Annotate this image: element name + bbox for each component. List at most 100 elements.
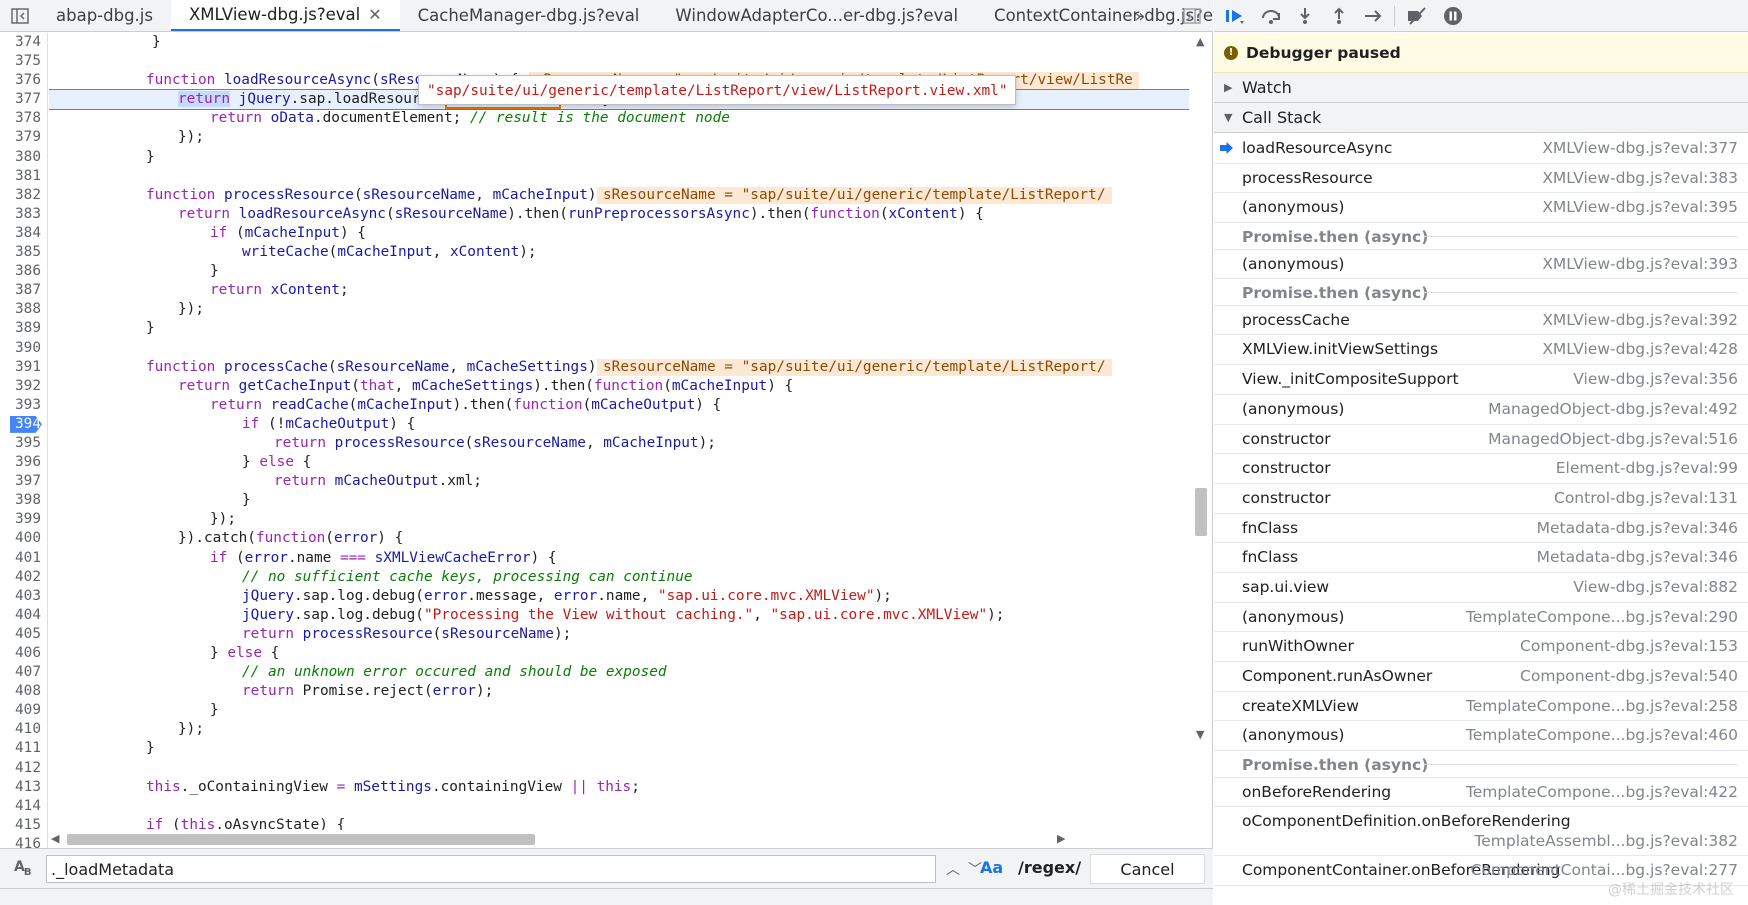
code-lines[interactable]: } function loadResourceAsync(sResourceNa… — [49, 33, 1189, 848]
previous-match-icon[interactable]: ︿ — [946, 859, 960, 879]
watch-section-header[interactable]: ▶ Watch — [1214, 73, 1748, 103]
close-tab-icon[interactable]: ✕ — [368, 0, 381, 30]
call-frame[interactable]: sap.ui.view View-dbg.js?eval:882 — [1214, 573, 1748, 603]
scroll-down-icon[interactable]: ▼ — [1196, 728, 1204, 741]
editor-tab[interactable]: CacheManager-dbg.js?eval — [400, 0, 658, 31]
frame-location[interactable]: Metadata-dbg.js?eval:346 — [1537, 519, 1738, 537]
step-into-icon[interactable] — [1292, 3, 1318, 29]
frame-location[interactable]: XMLView-dbg.js?eval:383 — [1542, 169, 1738, 187]
line-number[interactable]: 386 — [0, 262, 47, 281]
call-frame[interactable]: (anonymous) XMLView-dbg.js?eval:393 — [1214, 250, 1748, 280]
call-stack-section-header[interactable]: ▼ Call Stack — [1214, 103, 1748, 133]
frame-location[interactable]: ComponentContai...bg.js?eval:277 — [1471, 861, 1738, 879]
sidebar-toggle-icon[interactable] — [8, 4, 32, 28]
frame-location[interactable]: XMLView-dbg.js?eval:393 — [1542, 255, 1738, 273]
replace-toggle-icon[interactable]: AB — [14, 859, 31, 878]
line-number[interactable]: 400 — [0, 529, 47, 548]
line-number[interactable]: 397 — [0, 472, 47, 491]
call-frame[interactable]: (anonymous) TemplateCompone...bg.js?eval:… — [1214, 721, 1748, 752]
frame-location[interactable]: Element-dbg.js?eval:99 — [1556, 459, 1738, 477]
line-number[interactable]: 388 — [0, 300, 47, 319]
call-frame[interactable]: (anonymous) TemplateCompone...bg.js?eval:… — [1214, 603, 1748, 633]
call-frame[interactable]: loadResourceAsync XMLView-dbg.js?eval:377 — [1214, 134, 1748, 164]
line-number[interactable]: 411 — [0, 739, 47, 758]
editor-tab[interactable]: WindowAdapterCo...er-dbg.js?eval — [657, 0, 976, 31]
scrollbar-thumb[interactable] — [67, 834, 535, 845]
line-number[interactable]: 392 — [0, 377, 47, 396]
line-number[interactable]: 381 — [0, 167, 47, 186]
line-number[interactable]: 413 — [0, 778, 47, 797]
call-frame[interactable]: View._initCompositeSupport View-dbg.js?ev… — [1214, 365, 1748, 395]
call-frame[interactable]: constructor Element-dbg.js?eval:99 — [1214, 454, 1748, 484]
step-icon[interactable] — [1360, 3, 1386, 29]
call-frame[interactable]: oComponentDefinition.onBeforeRendering Te… — [1214, 807, 1748, 857]
call-frame[interactable]: processResource XMLView-dbg.js?eval:383 — [1214, 164, 1748, 194]
frame-location[interactable]: TemplateCompone...bg.js?eval:460 — [1466, 726, 1738, 744]
frame-location[interactable]: ManagedObject-dbg.js?eval:516 — [1488, 430, 1738, 448]
line-number[interactable]: 402 — [0, 568, 47, 587]
frame-location[interactable]: Component-dbg.js?eval:540 — [1520, 667, 1738, 685]
call-frame[interactable]: Component.runAsOwner Component-dbg.js?eva… — [1214, 662, 1748, 692]
frame-location[interactable]: View-dbg.js?eval:356 — [1573, 370, 1738, 388]
frame-location[interactable]: TemplateCompone...bg.js?eval:290 — [1466, 608, 1738, 626]
line-number[interactable]: 385 — [0, 243, 47, 262]
scroll-left-icon[interactable]: ◀ — [51, 832, 59, 845]
cancel-button[interactable]: Cancel — [1090, 854, 1205, 884]
call-frame[interactable]: (anonymous) ManagedObject-dbg.js?eval:492 — [1214, 395, 1748, 425]
line-number[interactable]: 383 — [0, 205, 47, 224]
sidebar-right-toggle-icon[interactable] — [1180, 4, 1204, 28]
frame-location[interactable]: XMLView-dbg.js?eval:377 — [1542, 139, 1738, 157]
call-frame[interactable]: constructor ManagedObject-dbg.js?eval:516 — [1214, 425, 1748, 455]
line-number[interactable]: 396 — [0, 453, 47, 472]
line-number[interactable]: 380 — [0, 148, 47, 167]
scroll-up-icon[interactable]: ▲ — [1196, 35, 1204, 48]
scrollbar-thumb[interactable] — [1195, 488, 1207, 536]
line-number[interactable]: 387 — [0, 281, 47, 300]
call-frame[interactable]: (anonymous) XMLView-dbg.js?eval:395 — [1214, 193, 1748, 224]
call-frame[interactable]: runWithOwner Component-dbg.js?eval:153 — [1214, 632, 1748, 662]
line-number[interactable]: 389 — [0, 319, 47, 338]
regex-button[interactable]: /regex/ — [1018, 858, 1081, 877]
line-number[interactable]: 404 — [0, 606, 47, 625]
call-frame[interactable]: onBeforeRendering TemplateCompone...bg.js… — [1214, 778, 1748, 808]
line-number[interactable]: 374 — [0, 33, 47, 52]
line-number[interactable]: 399 — [0, 510, 47, 529]
call-frame[interactable]: constructor Control-dbg.js?eval:131 — [1214, 484, 1748, 514]
scroll-right-icon[interactable]: ▶ — [1057, 832, 1065, 845]
call-frame[interactable]: fnClass Metadata-dbg.js?eval:346 — [1214, 514, 1748, 544]
line-number[interactable]: 408 — [0, 682, 47, 701]
line-number[interactable]: 409 — [0, 701, 47, 720]
line-number[interactable]: 401 — [0, 549, 47, 568]
line-number[interactable]: 376 — [0, 71, 47, 90]
line-number[interactable]: 406 — [0, 644, 47, 663]
line-number[interactable]: 412 — [0, 759, 47, 778]
line-number[interactable]: 375 — [0, 52, 47, 71]
line-number[interactable]: 405 — [0, 625, 47, 644]
line-number[interactable]: 393 — [0, 396, 47, 415]
frame-location[interactable]: XMLView-dbg.js?eval:428 — [1542, 340, 1738, 358]
code-editor[interactable]: 374 375 376 377 378 379 380 381 382 383 384 385 386 3… — [0, 33, 1213, 848]
line-number[interactable]: 407 — [0, 663, 47, 682]
resume-icon[interactable] — [1222, 3, 1248, 29]
line-number[interactable]: 410 — [0, 720, 47, 739]
call-frame[interactable]: XMLView.initViewSettings XMLView-dbg.js?e… — [1214, 335, 1748, 366]
double-chevron-right-icon[interactable]: » — [1128, 4, 1152, 28]
line-number[interactable]: 378 — [0, 109, 47, 128]
line-number-gutter[interactable]: 374 375 376 377 378 379 380 381 382 383 384 385 386 3… — [0, 33, 48, 848]
horizontal-scrollbar[interactable]: ◀ ▶ — [49, 830, 1190, 848]
step-over-icon[interactable] — [1258, 3, 1284, 29]
frame-location[interactable]: XMLView-dbg.js?eval:392 — [1542, 311, 1738, 329]
search-input[interactable] — [46, 855, 936, 883]
frame-location[interactable]: TemplateAssembl...bg.js?eval:382 — [1474, 832, 1738, 850]
frame-location[interactable]: View-dbg.js?eval:882 — [1573, 578, 1738, 596]
pause-on-exceptions-icon[interactable] — [1440, 3, 1466, 29]
editor-tab[interactable]: abap-dbg.js — [38, 0, 171, 31]
line-number[interactable]: 398 — [0, 491, 47, 510]
frame-location[interactable]: Metadata-dbg.js?eval:346 — [1537, 548, 1738, 566]
frame-location[interactable]: ManagedObject-dbg.js?eval:492 — [1488, 400, 1738, 418]
line-number[interactable]: 414 — [0, 797, 47, 816]
line-number[interactable]: 415 — [0, 816, 47, 835]
frame-location[interactable]: XMLView-dbg.js?eval:395 — [1542, 198, 1738, 216]
line-number[interactable]: 390 — [0, 339, 47, 358]
frame-location[interactable]: TemplateCompone...bg.js?eval:422 — [1466, 783, 1738, 801]
